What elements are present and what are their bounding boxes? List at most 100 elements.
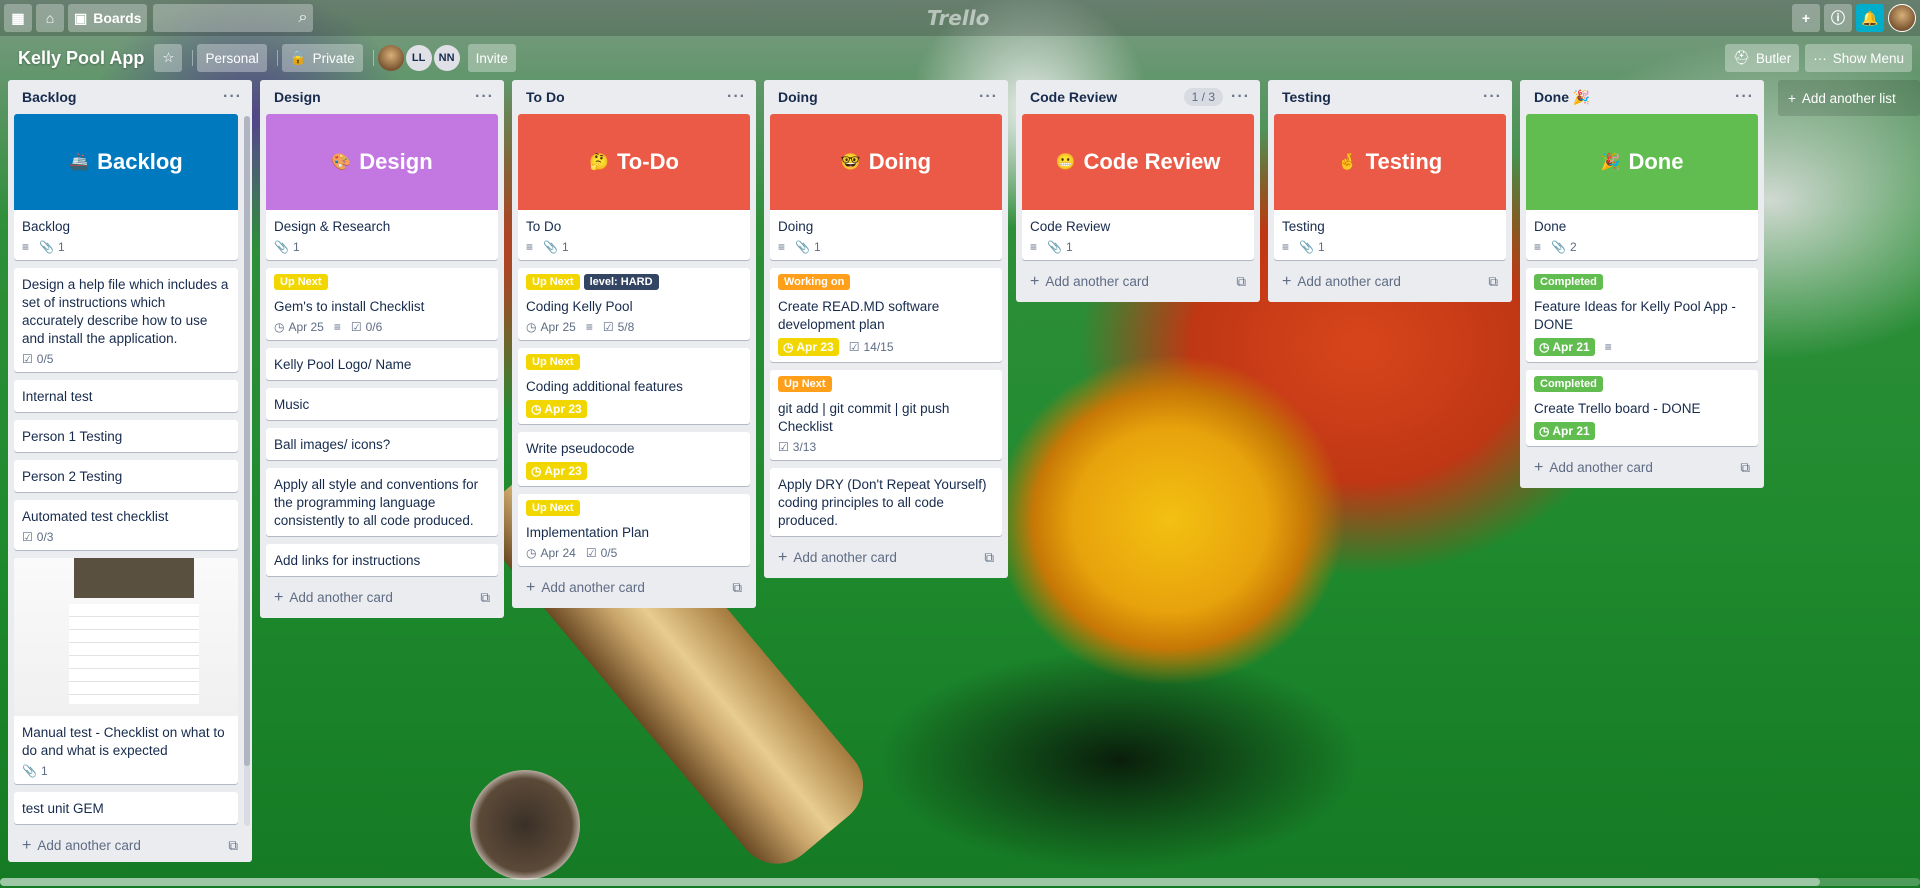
list-card[interactable]: Person 1 Testing [14,420,238,452]
cover-card[interactable]: 🤞 Testing Testing ≡ 📎 1 [1274,114,1506,260]
list-card[interactable]: Add links for instructions [266,544,498,576]
card-title: Design & Research [274,219,391,234]
cover-card[interactable]: 😬 Code Review Code Review ≡ 📎 1 [1022,114,1254,260]
info-icon[interactable]: ⓘ [1824,4,1852,32]
add-card-label: Add another card [289,590,393,605]
cover-card[interactable]: 🤔 To-Do To Do ≡ 📎 1 [518,114,750,260]
list-menu-icon[interactable]: ··· [979,88,998,106]
cover-card[interactable]: 🚢 Backlog Backlog ≡ 📎 1 [14,114,238,260]
checklist-icon: ☑ [350,320,362,334]
bell-icon[interactable]: 🔔 [1856,4,1884,32]
search-input[interactable]: ⌕ [153,4,314,32]
card-title: Doing [778,219,814,234]
list-card[interactable]: Apply DRY (Don't Repeat Yourself) coding… [770,468,1002,536]
list-card[interactable]: Completed Create Trello board - DONE ◷ A… [1526,370,1758,446]
list-card[interactable]: Internal test [14,380,238,412]
list-card[interactable]: Ball images/ icons? [266,428,498,460]
list-card[interactable]: Working on Create READ.MD software devel… [770,268,1002,362]
list-card[interactable]: Up Next Coding additional features ◷ Apr… [518,348,750,424]
card-title: Person 1 Testing [22,429,123,444]
list-card[interactable]: Apply all style and conventions for the … [266,468,498,536]
list-card[interactable]: Up Next Implementation Plan ◷ Apr 24 ☑ 0/5 [518,494,750,566]
add-card-button[interactable]: + Add another card ⧉ [266,584,498,612]
list-title[interactable]: Testing [1282,89,1331,105]
plus-icon[interactable]: + [1792,4,1820,32]
list-card[interactable]: Up Next git add | git commit | git push … [770,370,1002,460]
list-menu-icon[interactable]: ··· [1231,88,1250,106]
list-title[interactable]: Doing [778,89,818,105]
list-title[interactable]: Backlog [22,89,76,105]
card-cover: 🎉 Done [1526,114,1758,210]
star-icon[interactable]: ☆ [154,44,183,72]
template-icon[interactable]: ⧉ [1488,274,1498,290]
template-icon[interactable]: ⧉ [1740,460,1750,476]
due-date-text: Apr 23 [544,402,582,416]
list-card[interactable]: Up Next Gem's to install Checklist ◷ Apr … [266,268,498,340]
scrollbar-thumb[interactable] [244,116,250,766]
team-visibility-button[interactable]: Personal [197,44,267,72]
list-card[interactable]: Completed Feature Ideas for Kelly Pool A… [1526,268,1758,362]
boards-button[interactable]: ▣ Boards [68,4,148,32]
trello-logo[interactable]: Trello [927,6,989,30]
list-title[interactable]: Code Review [1030,89,1117,105]
member-avatar[interactable] [377,45,404,71]
boards-label: Boards [93,10,142,26]
butler-button[interactable]: ⛑ Butler [1724,44,1800,72]
avatar[interactable] [1888,4,1916,32]
list-card[interactable]: Music [266,388,498,420]
add-card-button[interactable]: + Add another card ⧉ [518,574,750,602]
attachment-count: 1 [813,240,821,254]
list-title[interactable]: Done 🎉 [1534,89,1590,106]
template-icon[interactable]: ⧉ [1236,274,1246,290]
attachment-icon: 📎 [274,240,289,254]
add-card-button[interactable]: + Add another card ⧉ [1274,268,1506,296]
list-title[interactable]: To Do [526,89,565,105]
list-title[interactable]: Design [274,89,321,105]
card-title: Gem's to install Checklist [274,299,425,314]
plus-icon: + [778,549,788,566]
home-icon[interactable]: ⌂ [36,4,64,32]
template-icon[interactable]: ⧉ [228,838,238,854]
template-icon[interactable]: ⧉ [984,550,994,566]
add-card-button[interactable]: + Add another card ⧉ [14,832,246,860]
member-nn[interactable]: NN [433,45,460,71]
scrollbar-thumb[interactable] [0,878,1820,886]
show-menu-button[interactable]: ··· Show Menu [1805,44,1912,72]
plus-icon: + [274,589,284,606]
member-ll[interactable]: LL [405,45,432,71]
cover-card[interactable]: 🎨 Design Design & Research 📎 1 [266,114,498,260]
list-scrollbar[interactable] [244,116,250,826]
list-menu-icon[interactable]: ··· [727,88,746,106]
add-card-button[interactable]: + Add another card ⧉ [770,544,1002,572]
visibility-button[interactable]: 🔒 Private [281,44,363,72]
card-title: Kelly Pool Logo/ Name [274,357,412,372]
checklist-icon: ☑ [22,530,33,544]
list-card[interactable]: Kelly Pool Logo/ Name [266,348,498,380]
invite-button[interactable]: Invite [467,44,516,72]
clock-icon: ◷ [783,340,797,354]
list-menu-icon[interactable]: ··· [475,88,494,106]
add-list-button[interactable]: + Add another list [1778,80,1920,116]
add-card-button[interactable]: + Add another card ⧉ [1526,454,1758,482]
add-card-button[interactable]: + Add another card ⧉ [1022,268,1254,296]
list-menu-icon[interactable]: ··· [1483,88,1502,106]
card-title: Ball images/ icons? [274,437,391,452]
list-card[interactable]: Design a help file which includes a set … [14,268,238,372]
clock-icon: ◷ [531,464,545,478]
list-card[interactable]: Person 2 Testing [14,460,238,492]
list-card[interactable]: Manual test - Checklist on what to do an… [14,558,238,784]
apps-grid-icon[interactable]: ▦ [4,4,32,32]
list-menu-icon[interactable]: ··· [223,88,242,106]
list-card[interactable]: Write pseudocode ◷ Apr 23 [518,432,750,486]
template-icon[interactable]: ⧉ [480,590,490,606]
list-card[interactable]: Up Next level: HARD Coding Kelly Pool ◷ Ap… [518,268,750,340]
list-card[interactable]: test unit GEM [14,792,238,824]
list-menu-icon[interactable]: ··· [1735,88,1754,106]
list-card[interactable]: Automated test checklist ☑ 0/3 [14,500,238,550]
template-icon[interactable]: ⧉ [732,580,742,596]
checklist-badge: ☑ 0/6 [351,320,382,334]
cover-card[interactable]: 🎉 Done Done ≡ 📎 2 [1526,114,1758,260]
board-title[interactable]: Kelly Pool App [8,48,154,69]
cover-card[interactable]: 🤓 Doing Doing ≡ 📎 1 [770,114,1002,260]
board-scrollbar[interactable] [0,878,1920,886]
